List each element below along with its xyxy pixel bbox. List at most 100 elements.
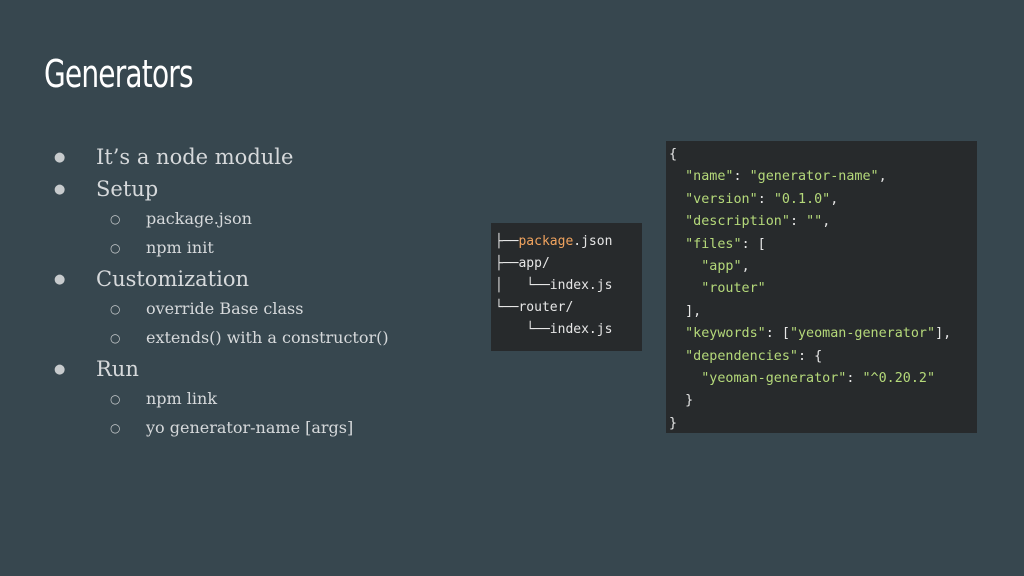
code-line: "app", (669, 256, 977, 278)
sub-bullet-item: ○ override Base class (54, 294, 474, 323)
code-string: "" (806, 214, 823, 230)
code-indent: { (669, 147, 678, 162)
code-punct: : { (798, 348, 823, 364)
code-punct: : [ (741, 236, 766, 252)
code-string: "description" (685, 214, 790, 230)
tree-name: index.js (549, 322, 613, 337)
bullet-item: ● Setup (54, 174, 474, 204)
bullet-item: ● It’s a node module (54, 142, 474, 172)
bullet-text: Setup (96, 177, 159, 201)
code-string: "yeoman-generator" (789, 326, 936, 342)
code-punct: } (685, 393, 694, 409)
tree-branch: └── (495, 322, 550, 337)
code-punct: , (878, 169, 887, 185)
bullet-text: Run (96, 357, 139, 381)
code-string: "router" (701, 281, 766, 297)
file-tree-panel: ├──package.json ├──app/│ └──index.js └──ro… (491, 223, 642, 351)
code-punct: : [ (765, 326, 790, 342)
sub-bullet-marker: ○ (110, 420, 121, 435)
code-line: "description": "", (669, 211, 977, 233)
code-punct: , (741, 258, 750, 274)
code-line: } (669, 413, 977, 433)
code-punct: ], (935, 326, 952, 342)
bullet-item: ● Customization (54, 264, 474, 294)
tree-name: index.js (549, 278, 613, 293)
code-string: "name" (685, 169, 734, 185)
sub-bullet-text: npm link (146, 389, 218, 408)
package-json-code-panel: { "name": "generator-name", "version": "… (666, 141, 977, 433)
code-line: "keywords": ["yeoman-generator"], (669, 323, 977, 345)
code-line: "dependencies": { (669, 346, 977, 368)
code-line: "name": "generator-name", (669, 166, 977, 188)
bullet-marker: ● (54, 181, 66, 197)
sub-bullet-item: ○ npm init (54, 233, 474, 262)
tree-line: │ └──index.js (495, 275, 642, 297)
tree-line: └──router/ (495, 297, 642, 319)
bullet-marker: ● (54, 149, 66, 165)
tree-branch: │ └── (495, 278, 550, 293)
sub-bullet-text: package.json (146, 209, 252, 228)
code-punct: ], (685, 303, 702, 319)
sub-bullet-text: override Base class (146, 299, 304, 318)
slide-title: Generators (44, 52, 194, 96)
code-string: "keywords" (685, 326, 766, 342)
code-line: { (669, 144, 977, 166)
code-punct: : (846, 370, 863, 386)
code-string: "0.1.0" (773, 191, 831, 207)
tree-branch: └── (495, 300, 519, 315)
code-punct: , (822, 214, 831, 230)
code-punct: : (789, 214, 807, 230)
sub-bullet-text: extends() with a constructor() (146, 328, 389, 347)
bullet-list: ● It’s a node module ● Setup ○ package.json ○ n… (54, 140, 474, 442)
code-punct: , (830, 191, 839, 207)
bullet-marker: ● (54, 361, 66, 377)
sub-bullet-marker: ○ (110, 330, 121, 345)
bullet-item: ● Run (54, 354, 474, 384)
sub-bullet-marker: ○ (110, 211, 121, 226)
code-line: "files": [ (669, 234, 977, 256)
code-string: "dependencies" (685, 348, 798, 364)
tree-branch: ├── (495, 234, 519, 249)
bullet-text: It’s a node module (96, 145, 294, 169)
tree-line: ├──app/ (495, 253, 642, 275)
bullet-text: Customization (96, 267, 249, 291)
code-indent: } (669, 415, 678, 431)
code-string: "files" (685, 236, 742, 252)
code-string: "app" (701, 258, 742, 274)
bullet-marker: ● (54, 271, 66, 287)
sub-bullet-text: npm init (146, 238, 214, 257)
tree-highlight: package (518, 234, 574, 249)
sub-bullet-marker: ○ (110, 240, 121, 255)
sub-bullet-marker: ○ (110, 301, 121, 316)
code-string: "yeoman-generator" (701, 370, 847, 386)
sub-bullet-item: ○ package.json (54, 204, 474, 233)
code-punct: : (733, 169, 750, 185)
code-string: "version" (685, 191, 758, 207)
tree-line: └──index.js (495, 319, 642, 341)
tree-name: app/ (518, 256, 550, 271)
sub-bullet-marker: ○ (110, 391, 121, 406)
code-line: } (669, 390, 977, 412)
sub-bullet-item: ○ yo generator-name [args] (54, 413, 474, 442)
code-string: "generator-name" (749, 169, 879, 185)
sub-bullet-item: ○ npm link (54, 384, 474, 413)
code-line: "yeoman-generator": "^0.20.2" (669, 368, 977, 390)
tree-line: ├──package.json (495, 231, 642, 253)
tree-name: router/ (518, 300, 574, 315)
code-line: "router" (669, 278, 977, 300)
code-line: "version": "0.1.0", (669, 189, 977, 211)
sub-bullet-item: ○ extends() with a constructor() (54, 323, 474, 352)
code-string: "^0.20.2" (862, 370, 936, 386)
tree-branch: ├── (495, 256, 519, 271)
code-punct: : (757, 191, 774, 207)
